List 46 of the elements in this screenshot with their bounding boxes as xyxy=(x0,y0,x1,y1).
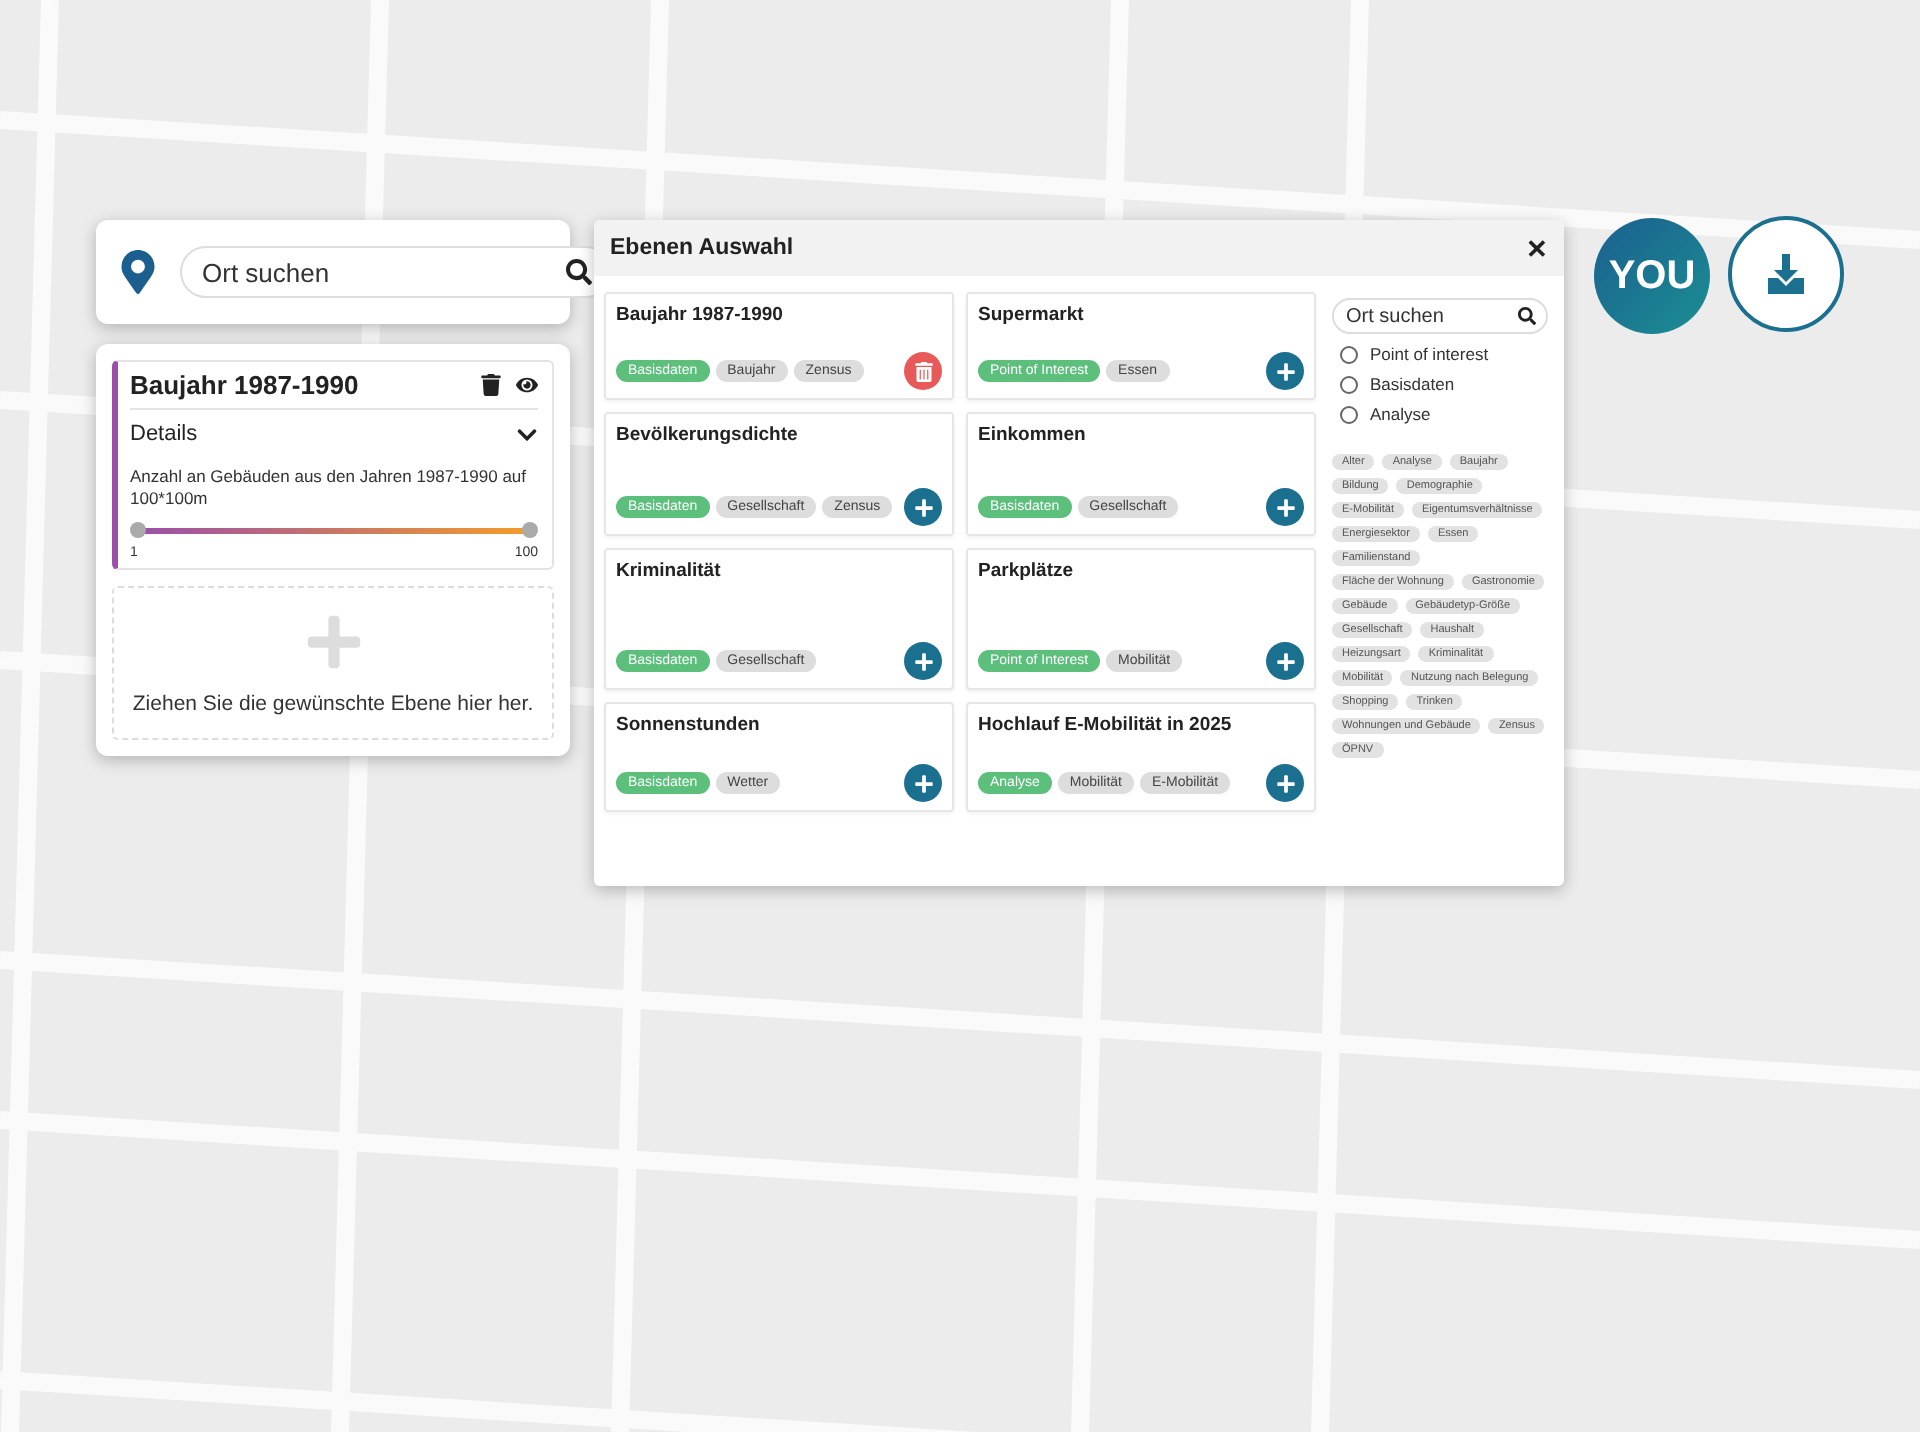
layer-option-title: Supermarkt xyxy=(978,304,1086,326)
trash-icon xyxy=(913,361,933,381)
remove-button[interactable] xyxy=(904,352,942,390)
drop-zone[interactable]: Ziehen Sie die gewünschte Ebene hier her. xyxy=(112,586,554,740)
plus-icon xyxy=(1275,361,1295,381)
add-button[interactable] xyxy=(904,488,942,526)
layer-option-title: Baujahr 1987-1990 xyxy=(616,304,785,326)
layer-option-title: Einkommen xyxy=(978,424,1088,446)
add-button[interactable] xyxy=(1266,764,1304,802)
layer-option-title: Bevölkerungsdichte xyxy=(616,424,800,446)
range-slider[interactable] xyxy=(130,522,538,539)
dialog-title: Ebenen Auswahl xyxy=(610,236,794,260)
layer-title: Baujahr 1987-1990 xyxy=(130,370,359,400)
plus-icon xyxy=(913,497,933,517)
slider-handle[interactable] xyxy=(130,522,146,539)
filter-radio[interactable]: Point of interest xyxy=(1340,344,1548,364)
search-icon[interactable] xyxy=(1518,307,1536,325)
location-pin-icon xyxy=(116,250,160,294)
trash-icon[interactable] xyxy=(480,374,502,396)
add-button[interactable] xyxy=(1266,352,1304,390)
search-icon[interactable] xyxy=(566,259,592,285)
slider-handle[interactable] xyxy=(522,522,538,539)
details-label: Details xyxy=(130,422,198,446)
layer-description: Anzahl an Gebäuden aus den Jahren 1987-1990 auf 100*100m xyxy=(130,466,529,511)
filter-radio[interactable]: Basisdaten xyxy=(1340,374,1548,394)
download-icon xyxy=(1764,252,1808,296)
add-button[interactable] xyxy=(1266,488,1304,526)
plus-icon xyxy=(1275,773,1295,793)
filter-radio[interactable]: Analyse xyxy=(1340,404,1548,424)
layer-option-title: Hochlauf E-Mobilität in 2025 xyxy=(978,714,1234,736)
add-button[interactable] xyxy=(904,642,942,680)
plus-icon xyxy=(913,651,933,671)
add-button[interactable] xyxy=(1266,642,1304,680)
layer-option-title: Parkplätze xyxy=(978,560,1076,582)
plus-icon xyxy=(1275,497,1295,517)
plus-icon xyxy=(1275,651,1295,671)
chevron-down-icon[interactable] xyxy=(516,423,538,445)
close-button[interactable]: ✕ xyxy=(1526,233,1548,263)
filter-search-field[interactable]: Ort suchen xyxy=(1332,298,1548,334)
drop-hint: Ziehen Sie die gewünschte Ebene hier her. xyxy=(132,691,534,716)
eye-icon[interactable] xyxy=(516,374,538,396)
plus-icon xyxy=(913,773,933,793)
add-button[interactable] xyxy=(904,764,942,802)
layer-option-title: Kriminalität xyxy=(616,560,723,582)
plus-icon xyxy=(303,611,363,672)
layer-option-title: Sonnenstunden xyxy=(616,714,762,736)
